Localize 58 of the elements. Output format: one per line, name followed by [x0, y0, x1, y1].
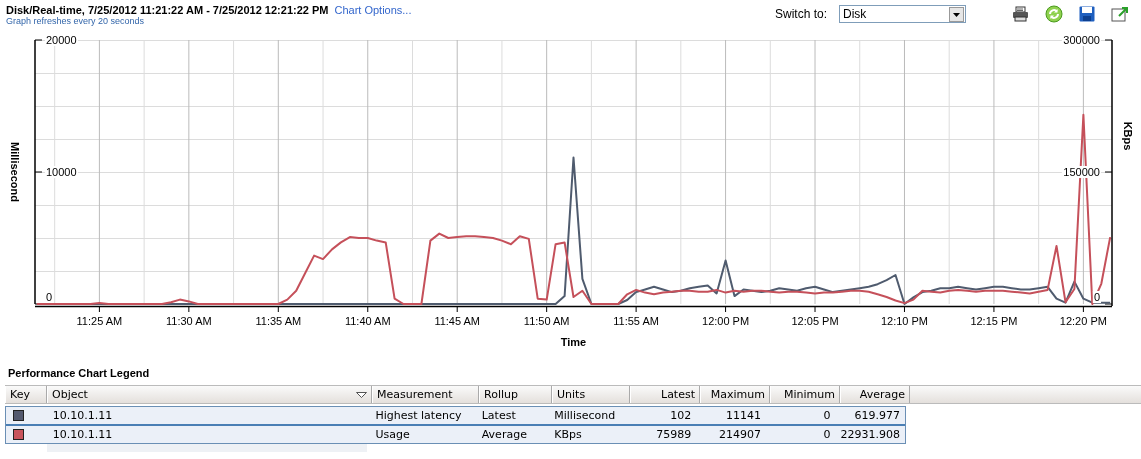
- axis-tick-label: 12:20 PM: [1059, 315, 1107, 327]
- column-header[interactable]: Units: [557, 388, 586, 401]
- export-icon[interactable]: [1111, 6, 1129, 22]
- table-cell-text: 10.10.1.11: [51, 408, 114, 424]
- table-cell-text: 619.977: [853, 408, 901, 424]
- save-icon[interactable]: [1079, 6, 1095, 22]
- axis-tick-label: 11:35 AM: [255, 315, 302, 327]
- axis-tick-label: 11:50 AM: [523, 315, 570, 327]
- table-cell-text: Highest latency: [374, 408, 463, 424]
- axis-tick-label: 0: [46, 291, 53, 303]
- column-header[interactable]: Measurement: [377, 388, 453, 401]
- column-header[interactable]: Rollup: [484, 388, 518, 401]
- y-axis-title: Millisecond: [9, 142, 21, 202]
- legend-row[interactable]: 10.10.1.11 Highest latency Latest Millisecond 102 11141 0 619.977: [6, 407, 905, 424]
- axis-tick-label: 12:15 PM: [970, 315, 1018, 327]
- chart-title: Disk/Real-time, 7/25/2012 11:21:22 AM - 7/25/2012 12:21:22 PM: [6, 4, 329, 16]
- table-cell-text: 11141: [724, 408, 762, 424]
- column-header[interactable]: Latest: [661, 388, 695, 401]
- table-cell-text: 0: [822, 408, 832, 424]
- table-cell-text: KBps: [553, 427, 583, 443]
- axis-tick-label: 0: [1093, 291, 1100, 303]
- table-cell-text: Latest: [480, 408, 517, 424]
- axis-tick-label: 12:00 PM: [702, 315, 750, 327]
- x-axis-title: Time: [560, 336, 587, 348]
- legend-row[interactable]: 10.10.1.11 Usage Average KBps 75989 214907 0 22931.908: [6, 424, 905, 443]
- axis-tick-label: 11:45 AM: [434, 315, 481, 327]
- chart-options-link[interactable]: Chart Options...: [334, 4, 412, 16]
- table-cell-text: 10.10.1.11: [51, 427, 114, 443]
- table-cell-text: 75989: [655, 427, 693, 443]
- axis-tick-label: 20000: [46, 34, 77, 46]
- table-cell-text: 102: [669, 408, 693, 424]
- table-cell-text: Average: [480, 427, 528, 443]
- axis-tick-label: 11:40 AM: [344, 315, 391, 327]
- column-header[interactable]: Object: [52, 388, 88, 401]
- axis-tick-label: 12:05 PM: [791, 315, 839, 327]
- axis-tick-label: 11:25 AM: [76, 315, 123, 327]
- switch-to-dropdown[interactable]: Disk: [839, 5, 966, 23]
- table-cell-text: Millisecond: [553, 408, 617, 424]
- axis-tick-label: 150000: [1063, 166, 1100, 178]
- switch-to-label: Switch to:: [774, 7, 827, 21]
- axis-tick-label: 300000: [1063, 34, 1100, 46]
- refresh-note: Graph refreshes every 20 seconds: [6, 16, 146, 26]
- axis-tick-label: 10000: [46, 166, 77, 178]
- table-cell-text: Usage: [374, 427, 411, 443]
- column-header[interactable]: Average: [859, 388, 905, 401]
- table-cell-text: 22931.908: [839, 427, 901, 443]
- axis-tick-label: 11:30 AM: [166, 315, 212, 327]
- y-axis-title: KBps: [1122, 121, 1134, 151]
- column-header[interactable]: Key: [10, 388, 30, 401]
- column-header[interactable]: Maximum: [710, 388, 765, 401]
- column-header[interactable]: Minimum: [784, 388, 835, 401]
- axis-tick-label: 12:10 PM: [880, 315, 928, 327]
- table-cell-text: 0: [822, 427, 832, 443]
- refresh-icon[interactable]: [1045, 5, 1063, 23]
- printer-icon[interactable]: [1012, 6, 1029, 22]
- axis-tick-label: 11:55 AM: [613, 315, 659, 327]
- table-cell-text: 214907: [717, 427, 762, 443]
- legend-title: Performance Chart Legend: [7, 366, 151, 381]
